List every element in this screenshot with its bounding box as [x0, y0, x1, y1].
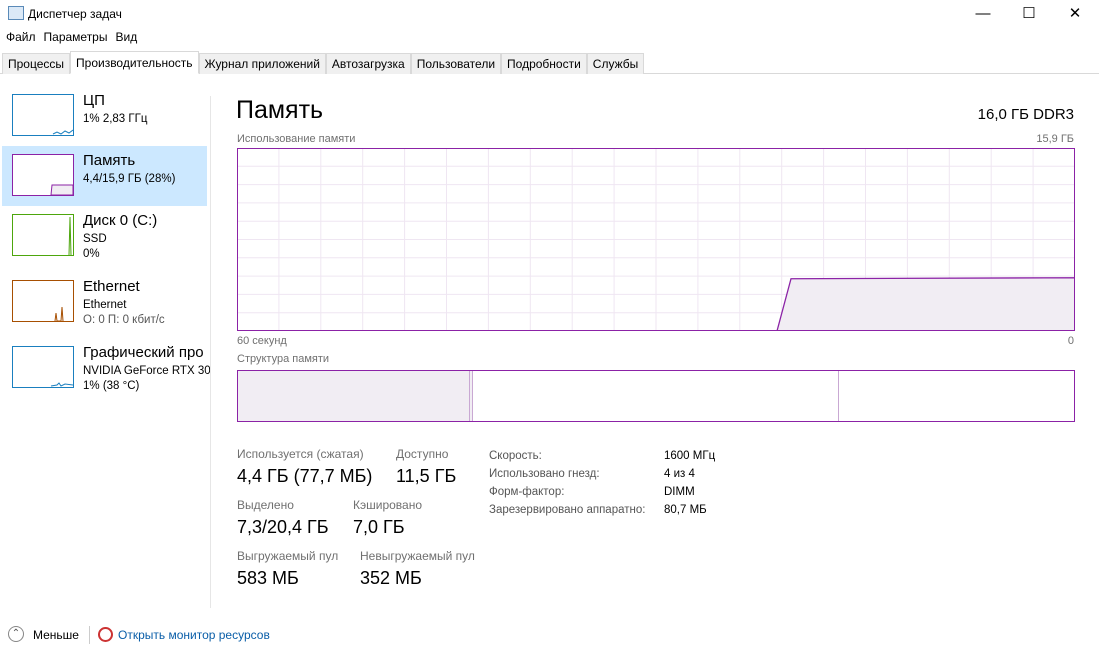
stat-committed-label: Выделено — [237, 498, 294, 512]
sidebar-item-label: Графический про — [83, 344, 204, 361]
sidebar-item-disk[interactable]: Диск 0 (C:) SSD 0% — [2, 206, 207, 266]
sidebar-item-cpu[interactable]: ЦП 1% 2,83 ГГц — [2, 86, 207, 146]
details-keys: Скорость: Использовано гнезд: Форм-факто… — [489, 447, 645, 519]
tab-performance[interactable]: Производительность — [70, 51, 199, 74]
gpu-thumbnail-graph — [12, 346, 74, 388]
graph-label: Использование памяти — [237, 133, 356, 145]
menu-file[interactable]: Файл — [6, 30, 36, 44]
detail-form-factor-key: Форм-фактор: — [489, 486, 565, 498]
modified-segment — [470, 371, 473, 421]
sidebar-item-gpu[interactable]: Графический про NVIDIA GeForce RTX 308 1… — [2, 338, 210, 398]
tab-startup[interactable]: Автозагрузка — [325, 53, 411, 74]
close-button[interactable]: ✕ — [1052, 0, 1098, 28]
detail-form-factor-value: DIMM — [664, 486, 695, 498]
stat-paged-pool-value: 583 МБ — [237, 568, 299, 588]
stat-nonpaged-pool-value: 352 МБ — [360, 568, 422, 588]
tab-app-history[interactable]: Журнал приложений — [198, 53, 326, 74]
task-manager-icon — [8, 6, 24, 20]
memory-spec: 16,0 ГБ DDR3 — [977, 106, 1074, 123]
resource-monitor-icon — [98, 627, 113, 642]
memory-thumbnail-graph — [12, 154, 74, 196]
page-title: Память — [236, 96, 324, 124]
tab-services[interactable]: Службы — [586, 53, 645, 74]
detail-slots-value: 4 из 4 — [664, 468, 695, 480]
detail-reserved-value: 80,7 МБ — [664, 504, 707, 516]
standby-free-divider — [838, 371, 839, 421]
tab-users[interactable]: Пользователи — [410, 53, 502, 74]
window-title: Диспетчер задач — [28, 7, 122, 21]
details-values: 1600 МГц 4 из 4 DIMM 80,7 МБ — [664, 447, 715, 519]
stat-available-value: 11,5 ГБ — [396, 466, 457, 486]
stat-in-use-label: Используется (сжатая) — [237, 447, 364, 461]
sidebar-item-label: Память — [83, 152, 136, 169]
ethernet-thumbnail-graph — [12, 280, 74, 322]
sidebar-item-detail: 1% 2,83 ГГц — [83, 113, 148, 125]
time-axis-right: 0 — [1067, 335, 1074, 347]
sidebar-item-detail: NVIDIA GeForce RTX 308 — [83, 365, 210, 377]
panel-divider — [210, 96, 211, 608]
sidebar-item-detail: Ethernet — [83, 299, 127, 311]
sidebar-item-detail-2: 1% (38 °C) — [83, 380, 140, 392]
sidebar-item-detail: SSD — [83, 233, 107, 245]
stat-cached-label: Кэшировано — [353, 498, 423, 512]
menu-bar: Файл Параметры Вид — [0, 30, 145, 48]
detail-speed-value: 1600 МГц — [664, 450, 716, 462]
chevron-up-icon[interactable]: ⌃ — [8, 626, 24, 642]
in-use-segment — [238, 371, 470, 421]
tab-details[interactable]: Подробности — [501, 53, 587, 74]
stat-available-label: Доступно — [396, 447, 449, 461]
stat-cached-value: 7,0 ГБ — [353, 517, 405, 537]
menu-options[interactable]: Параметры — [44, 30, 108, 44]
structure-label: Структура памяти — [237, 353, 330, 365]
menu-view[interactable]: Вид — [115, 30, 137, 44]
sidebar-item-label: Ethernet — [83, 278, 140, 295]
footer-divider — [89, 626, 90, 644]
title-bar: Диспетчер задач — ☐ ✕ — [0, 0, 1099, 28]
sidebar-item-label: Диск 0 (C:) — [83, 212, 158, 229]
stat-nonpaged-pool-label: Невыгружаемый пул — [360, 549, 475, 563]
disk-thumbnail-graph — [12, 214, 74, 256]
stat-paged-pool-label: Выгружаемый пул — [237, 549, 339, 563]
memory-usage-area — [776, 277, 1075, 331]
sidebar-item-detail: 4,4/15,9 ГБ (28%) — [83, 173, 176, 185]
time-axis-left: 60 секунд — [237, 335, 287, 347]
sidebar-item-label: ЦП — [83, 92, 105, 109]
graph-max: 15,9 ГБ — [1036, 133, 1074, 145]
sidebar-item-detail-2: О: 0 П: 0 кбит/с — [83, 314, 165, 326]
sidebar-item-memory[interactable]: Память 4,4/15,9 ГБ (28%) — [2, 146, 207, 206]
tab-bar: Процессы Производительность Журнал прило… — [0, 51, 1099, 74]
sidebar-item-detail-2: 0% — [83, 248, 100, 260]
detail-slots-key: Использовано гнезд: — [489, 468, 600, 480]
fewer-details-button[interactable]: Меньше — [33, 628, 79, 642]
tab-processes[interactable]: Процессы — [2, 53, 71, 74]
cpu-thumbnail-graph — [12, 94, 74, 136]
memory-composition-bar — [237, 370, 1075, 422]
minimize-button[interactable]: — — [960, 0, 1006, 28]
stat-in-use-value: 4,4 ГБ (77,7 МБ) — [237, 466, 373, 486]
memory-usage-graph — [237, 148, 1075, 331]
detail-speed-key: Скорость: — [489, 450, 542, 462]
stat-committed-value: 7,3/20,4 ГБ — [237, 517, 329, 537]
sidebar-item-ethernet[interactable]: Ethernet Ethernet О: 0 П: 0 кбит/с — [2, 272, 207, 332]
maximize-button[interactable]: ☐ — [1006, 0, 1052, 28]
open-resource-monitor-link[interactable]: Открыть монитор ресурсов — [118, 628, 270, 642]
detail-reserved-key: Зарезервировано аппаратно: — [489, 504, 646, 516]
